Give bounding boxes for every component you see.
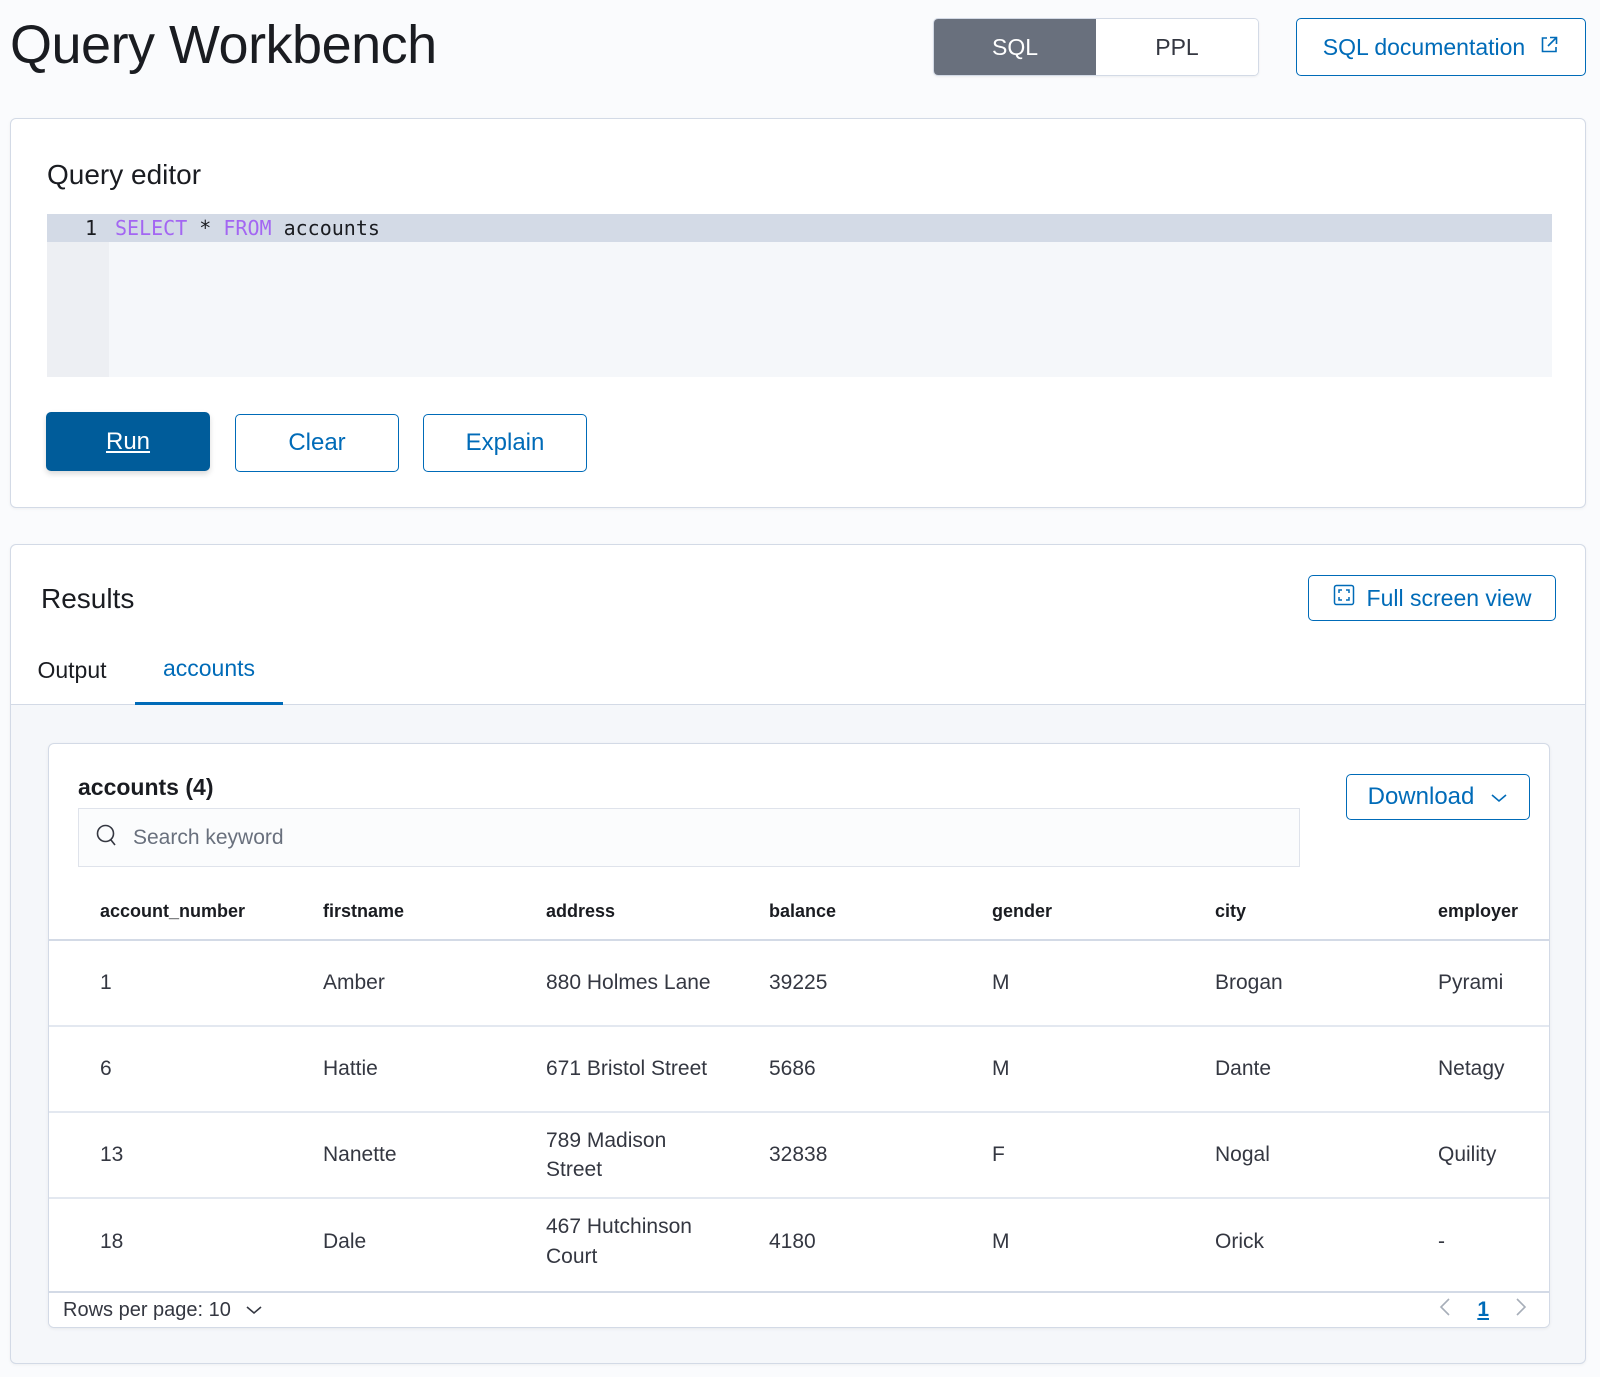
download-label: Download xyxy=(1367,783,1475,810)
cell-balance: 4180 xyxy=(769,1229,816,1253)
code-keyword-select: SELECT xyxy=(115,216,188,240)
clear-button[interactable]: Clear xyxy=(235,414,399,472)
results-heading: Results xyxy=(41,583,135,614)
code-line[interactable]: SELECT * FROM accounts xyxy=(115,216,380,240)
cell-address: 789 Madison Street xyxy=(495,1112,718,1199)
rows-per-page-selector[interactable]: Rows per page: 10 xyxy=(63,1299,263,1322)
query-editor-heading: Query editor xyxy=(47,159,202,190)
rows-per-page-label: Rows per page: 10 xyxy=(63,1298,231,1321)
sql-documentation-label: SQL documentation xyxy=(1322,33,1526,60)
tab-accounts[interactable]: accounts xyxy=(135,635,283,705)
column-header-account-number[interactable]: account_number xyxy=(49,884,272,941)
cell-employer: - xyxy=(1438,1229,1445,1253)
cell-account-number: 13 xyxy=(49,1112,272,1199)
table-footer: Rows per page: 10 1 xyxy=(49,1291,1549,1327)
cell-firstname: Dale xyxy=(323,1229,367,1253)
cell-account-number: 6 xyxy=(49,1026,272,1113)
line-number: 1 xyxy=(84,216,97,240)
cell-gender: F xyxy=(941,1112,1164,1199)
download-button[interactable]: Download xyxy=(1346,774,1530,820)
code-editor[interactable]: 1 SELECT * FROM accounts xyxy=(47,214,1552,377)
results-table: account_number firstname address balance gen… xyxy=(49,884,1549,1284)
column-header-city[interactable]: city xyxy=(1164,884,1387,941)
external-link-icon xyxy=(1539,34,1559,61)
sql-documentation-button[interactable]: SQL documentation xyxy=(1296,18,1586,76)
next-page-icon[interactable] xyxy=(1515,1297,1527,1323)
column-header-employer[interactable]: employer xyxy=(1387,884,1549,941)
sql-toggle-button[interactable]: SQL xyxy=(934,19,1096,75)
column-header-gender[interactable]: gender xyxy=(941,884,1164,941)
fullscreen-icon xyxy=(1333,584,1355,612)
pagination: 1 xyxy=(1439,1297,1527,1323)
code-operator: * xyxy=(187,216,224,240)
table-row: 13 Nanette 789 Madison Street 32838 F Nogal Qu… xyxy=(49,1112,1549,1199)
full-screen-view-label: Full screen view xyxy=(1366,584,1532,611)
cell-city: Dante xyxy=(1164,1026,1387,1113)
cell-firstname: Hattie xyxy=(272,1026,495,1113)
cell-employer: Pyrami xyxy=(1387,940,1549,1027)
accounts-table-card: accounts (4) Download acco xyxy=(48,743,1550,1328)
cell-city: Orick xyxy=(1215,1229,1264,1253)
column-header-address[interactable]: address xyxy=(495,884,718,941)
cell-gender: M xyxy=(941,1026,1164,1113)
cell-account-number: 1 xyxy=(49,940,272,1027)
table-title: accounts (4) xyxy=(78,774,214,800)
chevron-down-icon xyxy=(245,1299,263,1322)
tab-output[interactable]: Output xyxy=(25,635,119,705)
query-editor-panel: Query editor 1 SELECT * FROM accounts Ru… xyxy=(10,118,1586,508)
table-row: 6 Hattie 671 Bristol Street 5686 M Dante Netag… xyxy=(49,1026,1549,1113)
cell-address: 671 Bristol Street xyxy=(495,1026,718,1113)
table-row: 18 Dale 467 Hutchinson Court 4180 M Orick - xyxy=(49,1198,1549,1284)
cell-balance: 39225 xyxy=(718,940,941,1027)
full-screen-view-button[interactable]: Full screen view xyxy=(1308,575,1556,621)
page-title: Query Workbench xyxy=(10,15,437,75)
results-header: Results Full screen view Output accounts xyxy=(11,545,1585,705)
results-panel: Results Full screen view Output accounts… xyxy=(10,544,1586,1364)
cell-city: Brogan xyxy=(1164,940,1387,1027)
code-keyword-from: FROM xyxy=(223,216,272,240)
ppl-toggle-button[interactable]: PPL xyxy=(1096,19,1258,75)
cell-gender: M xyxy=(941,940,1164,1027)
language-toggle: SQL PPL xyxy=(933,18,1259,76)
cell-gender: M xyxy=(992,1229,1010,1253)
table-header-row: account_number firstname address balance gen… xyxy=(49,884,1549,941)
cell-city: Nogal xyxy=(1164,1112,1387,1199)
cell-balance: 32838 xyxy=(718,1112,941,1199)
column-header-balance[interactable]: balance xyxy=(718,884,941,941)
cell-balance: 5686 xyxy=(718,1026,941,1113)
search-icon xyxy=(95,823,119,852)
cell-employer: Quility xyxy=(1387,1112,1549,1199)
table-row: 1 Amber 880 Holmes Lane 39225 M Brogan Pyrami xyxy=(49,940,1549,1027)
code-identifier: accounts xyxy=(271,216,380,240)
page-number-button[interactable]: 1 xyxy=(1477,1298,1489,1322)
chevron-down-icon xyxy=(1490,783,1508,811)
editor-active-line: 1 SELECT * FROM accounts xyxy=(47,214,1552,242)
cell-address: 467 Hutchinson Court xyxy=(546,1215,692,1268)
explain-button[interactable]: Explain xyxy=(423,414,587,472)
cell-account-number: 18 xyxy=(100,1229,124,1253)
column-header-firstname[interactable]: firstname xyxy=(272,884,495,941)
cell-firstname: Nanette xyxy=(272,1112,495,1199)
search-input[interactable] xyxy=(133,825,1217,850)
search-field[interactable] xyxy=(78,808,1300,867)
cell-firstname: Amber xyxy=(272,940,495,1027)
previous-page-icon[interactable] xyxy=(1439,1297,1451,1323)
run-button[interactable]: Run xyxy=(46,412,210,471)
cell-employer: Netagy xyxy=(1387,1026,1549,1113)
cell-address: 880 Holmes Lane xyxy=(495,940,718,1027)
